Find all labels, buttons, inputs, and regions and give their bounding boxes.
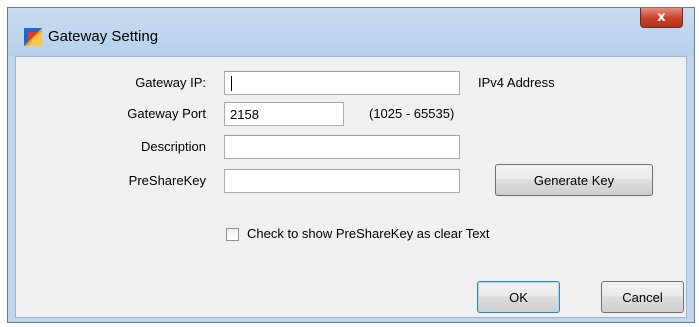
gateway-setting-dialog: Gateway Setting x Gateway IP: IPv4 Addre… (7, 7, 695, 323)
preshare-key-label: PreShareKey (128, 173, 206, 188)
description-label: Description (140, 139, 206, 154)
generate-key-button[interactable]: Generate Key (495, 164, 653, 196)
show-key-checkbox-label[interactable]: Check to show PreShareKey as clear Text (247, 226, 490, 241)
gateway-ip-label: Gateway IP: (135, 75, 206, 90)
text-caret (231, 76, 232, 91)
gateway-port-label: Gateway Port (127, 106, 206, 121)
title-bar: Gateway Setting x (8, 8, 694, 56)
window-title: Gateway Setting (48, 28, 159, 45)
close-button[interactable]: x (640, 8, 683, 28)
preshare-key-input[interactable] (224, 169, 460, 193)
gateway-ip-hint: IPv4 Address (478, 75, 555, 90)
cancel-button[interactable]: Cancel (601, 281, 684, 313)
gateway-ip-input[interactable] (224, 71, 460, 95)
gateway-port-range: (1025 - 65535) (369, 106, 455, 121)
description-input[interactable] (224, 135, 460, 159)
show-key-checkbox[interactable] (226, 228, 239, 241)
app-icon (24, 28, 42, 46)
dialog-client-area: Gateway IP: IPv4 Address Gateway Port 21… (15, 56, 687, 318)
close-icon: x (657, 10, 666, 25)
gateway-port-input[interactable]: 2158 (224, 102, 344, 126)
ok-button[interactable]: OK (477, 281, 560, 313)
